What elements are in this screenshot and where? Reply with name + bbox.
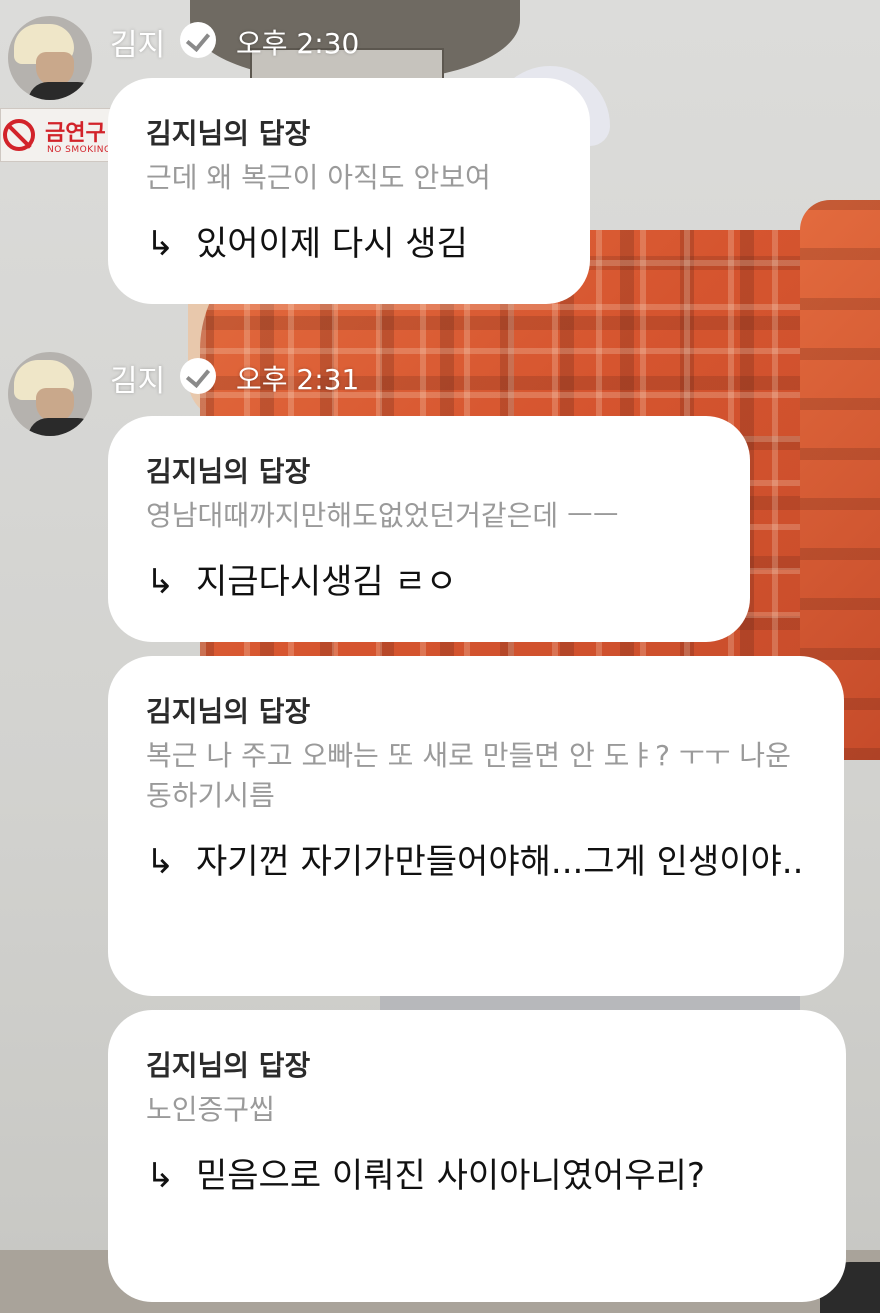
reply-text: 믿음으로 이뤄진 사이아니였어우리?: [196, 1156, 705, 1196]
reply-bubble[interactable]: 김지님의 답장 영남대때까지만해도없었던거같은데 ㅡㅡ ↳ 지금다시생김 ㄹㅇ: [108, 416, 750, 642]
sign-text: 금연구: [45, 121, 106, 146]
quoted-message: 근데 왜 복근이 아직도 안보여: [146, 161, 491, 194]
no-smoking-sign: 금연구 NO SMOKING: [0, 108, 120, 162]
reply-bubble[interactable]: 김지님의 답장 노인증구씹 ↳ 믿음으로 이뤄진 사이아니였어우리?: [108, 1010, 846, 1302]
quoted-message: 노인증구씹: [146, 1093, 275, 1126]
reply-arrow-icon: ↳: [146, 1156, 175, 1196]
message-timestamp: 오후 2:31: [236, 363, 360, 396]
sign-subtext: NO SMOKING: [47, 145, 112, 155]
reply-arrow-icon: ↳: [146, 562, 175, 602]
sender-name[interactable]: 김지: [110, 356, 165, 400]
quoted-message: 영남대때까지만해도없었던거같은데 ㅡㅡ: [146, 499, 619, 532]
reply-text: 지금다시생김 ㄹㅇ: [196, 562, 458, 602]
reply-body: ↳ 믿음으로 이뤄진 사이아니였어우리?: [146, 1148, 810, 1204]
no-smoking-icon: [3, 119, 35, 151]
sender-name[interactable]: 김지: [110, 20, 165, 64]
reply-text: 있어이제 다시 생김: [196, 224, 468, 264]
reply-bubble[interactable]: 김지님의 답장 근데 왜 복근이 아직도 안보여 ↳ 있어이제 다시 생김: [108, 78, 590, 304]
reply-text: 자기껀 자기가만들어야해...그게 인생이야..: [196, 842, 804, 882]
message-timestamp: 오후 2:30: [236, 27, 360, 60]
quoted-message: 복근 나 주고 오빠는 또 새로 만들면 안 도ㅑ? ㅜㅜ 나운동하기시름: [146, 739, 791, 812]
avatar-icon[interactable]: [8, 16, 92, 100]
reply-title: 김지님의 답장: [146, 117, 311, 150]
verified-badge-icon: [180, 358, 216, 394]
verified-badge-icon: [180, 22, 216, 58]
reply-body: ↳ 지금다시생김 ㄹㅇ: [146, 554, 714, 610]
avatar-icon[interactable]: [8, 352, 92, 436]
reply-body: ↳ 있어이제 다시 생김: [146, 216, 554, 272]
reply-arrow-icon: ↳: [146, 842, 175, 882]
reply-body: ↳ 자기껀 자기가만들어야해...그게 인생이야..: [146, 834, 808, 890]
reply-arrow-icon: ↳: [146, 224, 175, 264]
reply-bubble[interactable]: 김지님의 답장 복근 나 주고 오빠는 또 새로 만들면 안 도ㅑ? ㅜㅜ 나운…: [108, 656, 844, 996]
reply-title: 김지님의 답장: [146, 1049, 311, 1082]
reply-title: 김지님의 답장: [146, 455, 311, 488]
reply-title: 김지님의 답장: [146, 695, 311, 728]
